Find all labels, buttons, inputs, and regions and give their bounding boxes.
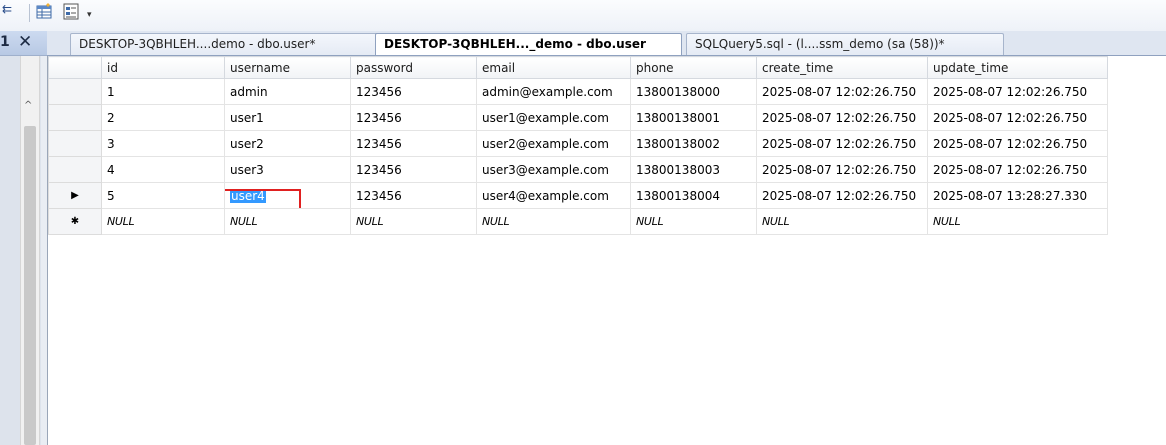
cell-phone[interactable]: 13800138001 bbox=[630, 104, 757, 131]
new-row-star-icon[interactable]: ✱ bbox=[48, 208, 102, 235]
cell-create-time-null[interactable]: NULL bbox=[756, 208, 928, 235]
cell-create-time[interactable]: 2025-08-07 12:02:26.750 bbox=[756, 78, 928, 105]
object-explorer-scrollbar[interactable]: ^ bbox=[20, 56, 40, 445]
column-header-create-time[interactable]: create_time bbox=[756, 56, 928, 79]
row-header-corner[interactable] bbox=[48, 56, 102, 79]
cell-phone[interactable]: 13800138000 bbox=[630, 78, 757, 105]
toolbar-glyph-left-icon[interactable]: ⇇ bbox=[2, 2, 12, 16]
cell-password[interactable]: 123456 bbox=[350, 104, 477, 131]
current-row-arrow-icon[interactable]: ▶ bbox=[48, 182, 102, 209]
cell-password[interactable]: 123456 bbox=[350, 156, 477, 183]
tab-table-data[interactable]: DESKTOP-3QBHLEH..._demo - dbo.user bbox=[375, 33, 682, 57]
cell-update-time[interactable]: 2025-08-07 12:02:26.750 bbox=[927, 130, 1108, 157]
cell-phone[interactable]: 13800138002 bbox=[630, 130, 757, 157]
cell-username[interactable]: user2 bbox=[224, 130, 351, 157]
cell-email[interactable]: user4@example.com bbox=[476, 182, 631, 209]
cell-update-time[interactable]: 2025-08-07 12:02:26.750 bbox=[927, 156, 1108, 183]
scrollbar-thumb[interactable] bbox=[24, 126, 36, 445]
tab-sql-query[interactable]: SQLQuery5.sql - (l....ssm_demo (sa (58))… bbox=[686, 33, 1004, 56]
object-explorer-panel: 1 ✕ ^ bbox=[0, 31, 47, 445]
table-row[interactable]: 2 user1 123456 user1@example.com 1380013… bbox=[48, 104, 1108, 131]
cell-password-null[interactable]: NULL bbox=[350, 208, 477, 235]
column-header-email[interactable]: email bbox=[476, 56, 631, 79]
toolbar-dropdown-icon[interactable]: ▾ bbox=[87, 10, 92, 20]
column-header-update-time[interactable]: update_time bbox=[927, 56, 1108, 79]
table-row[interactable]: 1 admin 123456 admin@example.com 1380013… bbox=[48, 78, 1108, 105]
properties-icon[interactable] bbox=[62, 3, 80, 20]
row-selector[interactable] bbox=[48, 104, 102, 131]
cell-update-time[interactable]: 2025-08-07 13:28:27.330 bbox=[927, 182, 1108, 209]
header-row: id username password email phone create_… bbox=[48, 56, 1108, 79]
results-grid: id username password email phone create_… bbox=[48, 56, 1108, 235]
cell-id[interactable]: 4 bbox=[101, 156, 225, 183]
close-icon[interactable]: ✕ bbox=[18, 32, 32, 52]
tab-table-design[interactable]: DESKTOP-3QBHLEH....demo - dbo.user* bbox=[70, 33, 379, 56]
scroll-up-icon[interactable]: ^ bbox=[24, 100, 32, 111]
cell-email[interactable]: admin@example.com bbox=[476, 78, 631, 105]
document-tab-strip: DESKTOP-3QBHLEH....demo - dbo.user* DESK… bbox=[47, 31, 1166, 57]
cell-id[interactable]: 3 bbox=[101, 130, 225, 157]
cell-password[interactable]: 123456 bbox=[350, 78, 477, 105]
column-header-username[interactable]: username bbox=[224, 56, 351, 79]
cell-password[interactable]: 123456 bbox=[350, 130, 477, 157]
table-row[interactable]: 4 user3 123456 user3@example.com 1380013… bbox=[48, 156, 1108, 183]
cell-password[interactable]: 123456 bbox=[350, 182, 477, 209]
row-selector[interactable] bbox=[48, 78, 102, 105]
cell-id-null[interactable]: NULL bbox=[101, 208, 225, 235]
cell-phone[interactable]: 13800138003 bbox=[630, 156, 757, 183]
selected-cell-text[interactable]: user4 bbox=[230, 188, 266, 203]
cell-create-time[interactable]: 2025-08-07 12:02:26.750 bbox=[756, 156, 928, 183]
cell-update-time[interactable]: 2025-08-07 12:02:26.750 bbox=[927, 104, 1108, 131]
object-explorer-title: 1 bbox=[0, 34, 10, 50]
cell-id[interactable]: 5 bbox=[101, 182, 225, 209]
column-header-password[interactable]: password bbox=[350, 56, 477, 79]
tab-label: SQLQuery5.sql - (l....ssm_demo (sa (58))… bbox=[695, 37, 945, 51]
table-row[interactable]: 3 user2 123456 user2@example.com 1380013… bbox=[48, 130, 1108, 157]
table-row-current[interactable]: ▶ 5 user4 123456 user4@example.com 13800… bbox=[48, 182, 1108, 209]
cell-create-time[interactable]: 2025-08-07 12:02:26.750 bbox=[756, 130, 928, 157]
table-row-new[interactable]: ✱ NULL NULL NULL NULL NULL NULL NULL bbox=[48, 208, 1108, 235]
cell-id[interactable]: 1 bbox=[101, 78, 225, 105]
cell-update-time-null[interactable]: NULL bbox=[927, 208, 1108, 235]
cell-username[interactable]: user1 bbox=[224, 104, 351, 131]
results-grid-area: id username password email phone create_… bbox=[47, 56, 1166, 445]
toolbar: ⇇ ▾ bbox=[0, 0, 1166, 31]
row-selector[interactable] bbox=[48, 130, 102, 157]
tab-label: DESKTOP-3QBHLEH..._demo - dbo.user bbox=[384, 37, 646, 51]
cell-username-editing[interactable]: user4 bbox=[224, 182, 351, 209]
cell-create-time[interactable]: 2025-08-07 12:02:26.750 bbox=[756, 182, 928, 209]
cell-phone[interactable]: 13800138004 bbox=[630, 182, 757, 209]
toolbar-separator bbox=[29, 4, 30, 22]
column-header-phone[interactable]: phone bbox=[630, 56, 757, 79]
row-selector[interactable] bbox=[48, 156, 102, 183]
cell-email[interactable]: user2@example.com bbox=[476, 130, 631, 157]
table-add-icon[interactable] bbox=[36, 3, 54, 20]
cell-email[interactable]: user3@example.com bbox=[476, 156, 631, 183]
cell-id[interactable]: 2 bbox=[101, 104, 225, 131]
cell-username[interactable]: user3 bbox=[224, 156, 351, 183]
column-header-id[interactable]: id bbox=[101, 56, 225, 79]
object-explorer-header: 1 ✕ bbox=[0, 31, 47, 56]
cell-username-null[interactable]: NULL bbox=[224, 208, 351, 235]
cell-username[interactable]: admin bbox=[224, 78, 351, 105]
cell-create-time[interactable]: 2025-08-07 12:02:26.750 bbox=[756, 104, 928, 131]
cell-email-null[interactable]: NULL bbox=[476, 208, 631, 235]
cell-email[interactable]: user1@example.com bbox=[476, 104, 631, 131]
cell-phone-null[interactable]: NULL bbox=[630, 208, 757, 235]
cell-update-time[interactable]: 2025-08-07 12:02:26.750 bbox=[927, 78, 1108, 105]
tab-label: DESKTOP-3QBHLEH....demo - dbo.user* bbox=[79, 37, 316, 51]
